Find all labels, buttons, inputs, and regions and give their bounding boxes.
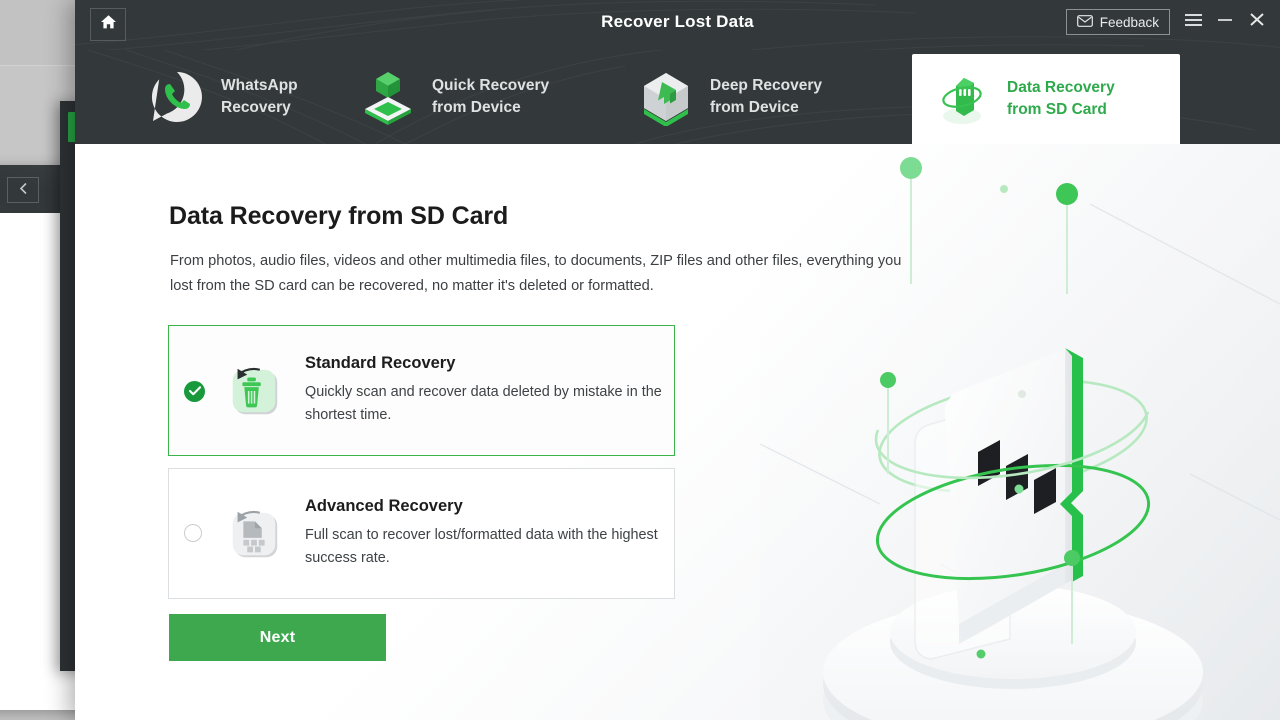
tab-deep-recovery[interactable]: Deep Recovery from Device (623, 50, 895, 144)
close-icon (1249, 12, 1265, 32)
tab-list: WhatsApp Recovery Quick Recovery from De… (75, 50, 1280, 144)
whatsapp-recovery-icon (148, 68, 206, 126)
advanced-recovery-title: Advanced Recovery (305, 496, 463, 515)
envelope-icon (1076, 14, 1093, 30)
minimize-button[interactable] (1216, 12, 1234, 32)
tab-sd-card-recovery-label: Data Recovery from SD Card (1007, 79, 1115, 118)
background-back-button[interactable] (7, 177, 39, 203)
corrupted-file-restore-icon (225, 505, 283, 563)
radio-selected-icon (184, 380, 205, 402)
page-description: From photos, audio files, videos and oth… (170, 253, 902, 295)
tab-strip: WhatsApp Recovery Quick Recovery from De… (75, 50, 1280, 144)
sd-card-recovery-icon (934, 70, 992, 128)
tab-quick-recovery-label: Quick Recovery from Device (432, 77, 550, 116)
next-button[interactable]: Next (169, 614, 386, 661)
tab-quick-recovery[interactable]: Quick Recovery from Device (345, 50, 623, 144)
content-area: Data Recovery from SD Card From photos, … (75, 144, 1280, 720)
standard-recovery-text: Standard Recovery Quickly scan and recov… (305, 354, 674, 428)
standard-recovery-title: Standard Recovery (305, 353, 456, 372)
option-advanced-recovery[interactable]: Advanced Recovery Full scan to recover l… (168, 468, 675, 599)
application-window: Recover Lost Data Feedback WhatsApp Reco… (75, 0, 1280, 720)
tab-whatsapp-recovery-label: WhatsApp Recovery (221, 77, 298, 116)
page-title: Data Recovery from SD Card (169, 202, 509, 230)
tab-whatsapp-recovery[interactable]: WhatsApp Recovery (75, 50, 345, 144)
title-bar: Recover Lost Data Feedback (75, 0, 1280, 50)
tab-deep-recovery-label: Deep Recovery from Device (710, 77, 823, 116)
sd-card-3d-illustration (759, 144, 1280, 720)
radio-unselected-icon (184, 523, 202, 542)
recycle-bin-restore-icon (225, 362, 283, 420)
advanced-recovery-radio[interactable] (184, 523, 204, 544)
option-standard-recovery[interactable]: Standard Recovery Quickly scan and recov… (168, 325, 675, 456)
advanced-recovery-description: Full scan to recover lost/formatted data… (305, 526, 658, 566)
feedback-label: Feedback (1099, 14, 1159, 30)
hamburger-menu-icon (1184, 13, 1203, 32)
titlebar-controls: Feedback (1065, 9, 1266, 35)
close-button[interactable] (1248, 12, 1266, 32)
standard-recovery-radio[interactable] (184, 380, 205, 402)
minimize-icon (1217, 13, 1233, 32)
menu-button[interactable] (1184, 12, 1202, 32)
back-chevron-icon (19, 182, 28, 198)
tab-sd-card-recovery[interactable]: Data Recovery from SD Card (912, 54, 1180, 144)
advanced-recovery-text: Advanced Recovery Full scan to recover l… (305, 497, 674, 571)
standard-recovery-description: Quickly scan and recover data deleted by… (305, 383, 662, 423)
quick-recovery-icon (359, 68, 417, 126)
feedback-button[interactable]: Feedback (1065, 9, 1170, 35)
deep-recovery-icon (637, 68, 695, 126)
recovery-mode-options: Standard Recovery Quickly scan and recov… (168, 325, 675, 599)
